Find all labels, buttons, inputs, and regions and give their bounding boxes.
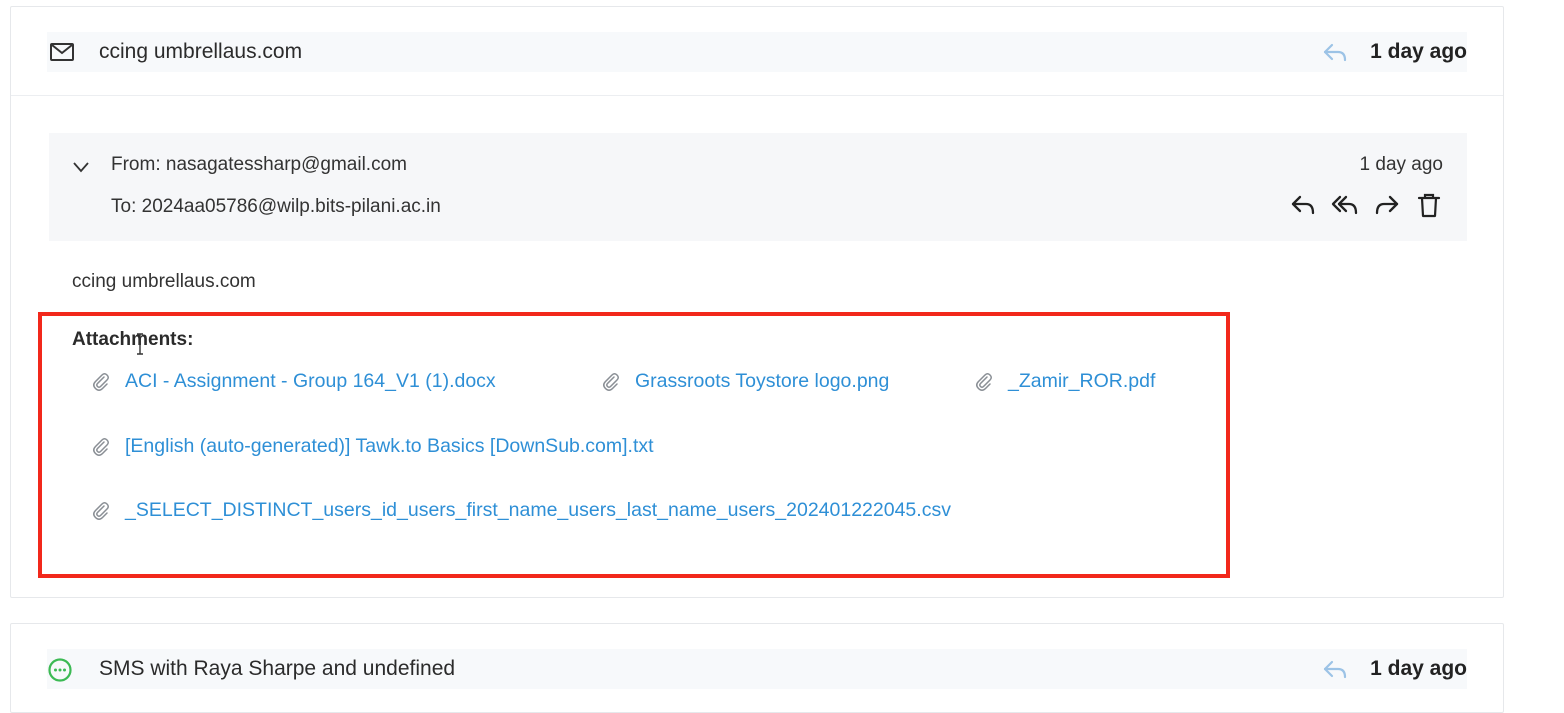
message-actions: [1289, 191, 1443, 219]
text-cursor-icon: [137, 333, 143, 355]
attachment-filename: Grassroots Toystore logo.png: [635, 370, 890, 392]
attachment-link[interactable]: ACI - Assignment - Group 164_V1 (1).docx: [91, 370, 496, 393]
attachment-filename: ACI - Assignment - Group 164_V1 (1).docx: [125, 370, 496, 392]
attachment-link[interactable]: Grassroots Toystore logo.png: [601, 370, 889, 393]
reply-icon[interactable]: [1289, 191, 1317, 219]
thread-meta: 1 day ago: [1322, 40, 1467, 64]
thread-title: ccing umbrellaus.com: [99, 40, 303, 63]
sms-icon: [48, 658, 72, 682]
thread-timestamp: 1 day ago: [1370, 657, 1467, 680]
from-field: From: nasagatessharp@gmail.com: [111, 154, 407, 175]
reply-icon[interactable]: [1322, 658, 1348, 680]
thread-header[interactable]: ccing umbrellaus.com 1 day ago: [47, 32, 1467, 72]
email-thread-card: ccing umbrellaus.com 1 day ago From: nas…: [10, 6, 1504, 598]
trash-icon[interactable]: [1415, 191, 1443, 219]
thread-header[interactable]: SMS with Raya Sharpe and undefined 1 day…: [47, 649, 1467, 689]
mail-icon: [50, 43, 74, 61]
message-body: ccing umbrellaus.com: [72, 271, 256, 292]
paperclip-icon: [93, 437, 109, 456]
thread-meta: 1 day ago: [1322, 657, 1467, 681]
paperclip-icon: [976, 372, 992, 391]
reply-all-icon[interactable]: [1331, 191, 1359, 219]
chevron-down-icon[interactable]: [73, 161, 89, 173]
message-timestamp: 1 day ago: [1359, 154, 1443, 175]
paperclip-icon: [603, 372, 619, 391]
to-field: To: 2024aa05786@wilp.bits-pilani.ac.in: [111, 196, 441, 217]
attachment-filename: _Zamir_ROR.pdf: [1008, 370, 1156, 392]
attachment-link[interactable]: _Zamir_ROR.pdf: [974, 370, 1155, 393]
attachment-link[interactable]: _SELECT_DISTINCT_users_id_users_first_na…: [91, 499, 951, 522]
message-header: From: nasagatessharp@gmail.com To: 2024a…: [49, 133, 1467, 241]
attachment-filename: [English (auto-generated)] Tawk.to Basic…: [125, 435, 654, 457]
attachment-filename: _SELECT_DISTINCT_users_id_users_first_na…: [125, 499, 951, 521]
divider: [11, 95, 1503, 96]
attachment-link[interactable]: [English (auto-generated)] Tawk.to Basic…: [91, 435, 654, 458]
paperclip-icon: [93, 372, 109, 391]
attachments-label: Attachments:: [72, 329, 194, 350]
thread-timestamp: 1 day ago: [1370, 40, 1467, 63]
paperclip-icon: [93, 501, 109, 520]
forward-icon[interactable]: [1373, 191, 1401, 219]
reply-icon[interactable]: [1322, 41, 1348, 63]
thread-title: SMS with Raya Sharpe and undefined: [99, 657, 456, 680]
